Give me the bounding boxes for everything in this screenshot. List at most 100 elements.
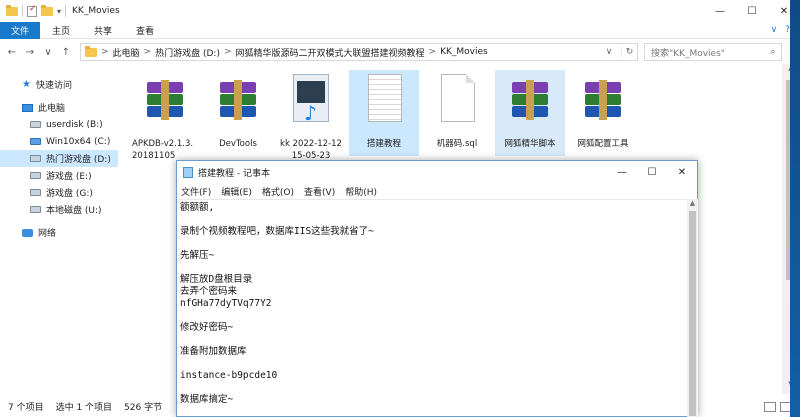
menu-format[interactable]: 格式(O) xyxy=(262,185,294,198)
star-icon: ★ xyxy=(22,79,31,90)
ribbon-tabs: 文件 主页 共享 查看 ∨ ? xyxy=(0,21,800,39)
sidebar-item-label: Win10x64 (C:) xyxy=(46,136,111,147)
breadcrumb-separator: > xyxy=(143,47,152,57)
sidebar-item-this-pc[interactable]: 此电脑 xyxy=(0,99,118,116)
sidebar-item-drive-d[interactable]: 热门游戏盘 (D:) xyxy=(0,150,118,167)
file-name: APKDB-v2.1.3.20181105 xyxy=(132,139,194,161)
details-view-icon[interactable] xyxy=(764,401,776,412)
folder-icon xyxy=(85,45,97,57)
sidebar-item-label: 游戏盘 (E:) xyxy=(46,172,92,182)
notepad-title: 搭建教程 - 记事本 xyxy=(198,168,270,179)
file-name: 搭建教程 xyxy=(366,139,401,149)
quick-access-toolbar: ▾ xyxy=(0,4,67,17)
notepad-scrollbar[interactable]: ▲ xyxy=(687,199,698,417)
menu-file[interactable]: 文件(F) xyxy=(181,185,211,198)
sidebar-item-drive-g[interactable]: 游戏盘 (G:) xyxy=(0,184,118,201)
up-arrow-icon[interactable]: ↑ xyxy=(60,47,72,58)
tab-file[interactable]: 文件 xyxy=(0,21,40,39)
menu-edit[interactable]: 编辑(E) xyxy=(221,185,252,198)
file-item-tutorial-txt[interactable]: 搭建教程 xyxy=(349,70,419,156)
breadcrumb-kk-movies[interactable]: KK_Movies xyxy=(440,47,488,57)
search-box[interactable]: 搜索"KK_Movies" ⌕ xyxy=(644,43,782,61)
sidebar-item-label: 游戏盘 (G:) xyxy=(46,189,93,199)
scroll-up-icon[interactable]: ▲ xyxy=(687,199,698,210)
notepad-window: 搭建教程 - 记事本 — ☐ ✕ 文件(F) 编辑(E) 格式(O) 查看(V)… xyxy=(176,160,698,417)
sidebar-item-win10x64[interactable]: Win10x64 (C:) xyxy=(0,133,118,150)
folder-icon xyxy=(6,4,18,16)
navigation-pane: ★ 快速访问 此电脑 userdisk (B:) Win10x64 (C:) 热… xyxy=(0,70,118,390)
breadcrumb-separator: > xyxy=(428,47,437,57)
toolbar-divider xyxy=(22,5,23,17)
file-item-config-tool[interactable]: 网狐配置工具 xyxy=(568,70,638,156)
file-name: 网狐配置工具 xyxy=(577,139,629,149)
address-dropdown-icon[interactable]: ∨ xyxy=(601,47,617,57)
winrar-archive-icon xyxy=(141,72,189,124)
sidebar-item-drive-u[interactable]: 本地磁盘 (U:) xyxy=(0,201,118,218)
file-item-script[interactable]: 网狐精华脚本 xyxy=(495,70,565,156)
tab-share[interactable]: 共享 xyxy=(82,24,124,37)
address-bar[interactable]: > 此电脑 > 热门游戏盘 (D:) > 网狐精华版源码二开双模式大联盟搭建视频… xyxy=(80,43,638,61)
notepad-text-area[interactable]: 额额额, 录制个视频教程吧，数据库IIS这些我就省了~ 先解压~ 解压放D盘根目… xyxy=(177,199,687,417)
file-item-sql[interactable]: 机器码.sql xyxy=(422,70,492,156)
breadcrumb-drive-d[interactable]: 热门游戏盘 (D:) xyxy=(155,46,220,59)
address-row: ← → ∨ ↑ > 此电脑 > 热门游戏盘 (D:) > 网狐精华版源码二开双模… xyxy=(0,40,800,64)
breadcrumb-tutorial-folder[interactable]: 网狐精华版源码二开双模式大联盟搭建视频教程 xyxy=(236,46,425,59)
toolbar-dropdown-icon[interactable]: ▾ xyxy=(57,7,61,16)
new-folder-icon[interactable] xyxy=(41,4,53,16)
network-icon xyxy=(22,228,33,237)
notepad-maximize-button[interactable]: ☐ xyxy=(637,161,667,183)
explorer-titlebar: ▾ KK_Movies — ☐ ✕ xyxy=(0,0,800,22)
sidebar-item-quick-access[interactable]: ★ 快速访问 xyxy=(0,76,118,93)
notepad-titlebar: 搭建教程 - 记事本 — ☐ ✕ xyxy=(177,161,697,183)
back-arrow-icon[interactable]: ← xyxy=(6,47,18,58)
minimize-button[interactable]: — xyxy=(704,0,736,22)
notepad-icon xyxy=(183,166,193,178)
sidebar-item-label: 网络 xyxy=(38,229,57,239)
item-count: 7 个项目 xyxy=(8,403,44,413)
menu-help[interactable]: 帮助(H) xyxy=(345,185,377,198)
refresh-icon[interactable]: ↻ xyxy=(621,47,637,57)
maximize-button[interactable]: ☐ xyxy=(736,0,768,22)
toolbar-divider xyxy=(65,5,67,17)
tab-home[interactable]: 主页 xyxy=(40,24,82,37)
winrar-archive-icon xyxy=(214,72,262,124)
breadcrumb-separator: > xyxy=(101,47,109,57)
file-item-devtools[interactable]: DevTools xyxy=(203,70,273,156)
computer-icon xyxy=(22,103,33,112)
text-file-icon xyxy=(360,72,408,124)
drive-icon xyxy=(30,189,41,196)
window-controls: — ☐ ✕ xyxy=(704,0,800,22)
sidebar-item-network[interactable]: 网络 xyxy=(0,224,118,241)
drive-icon xyxy=(30,121,41,128)
notepad-window-controls: — ☐ ✕ xyxy=(607,161,697,183)
desktop-background xyxy=(790,0,800,417)
expand-ribbon-icon[interactable]: ∨ xyxy=(771,25,778,35)
forward-arrow-icon[interactable]: → xyxy=(24,47,36,58)
windows-drive-icon xyxy=(30,138,41,145)
breadcrumb-this-pc[interactable]: 此电脑 xyxy=(113,46,140,59)
properties-icon[interactable] xyxy=(27,4,37,17)
winrar-archive-icon xyxy=(579,72,627,124)
drive-icon xyxy=(30,155,41,162)
sidebar-item-userdisk[interactable]: userdisk (B:) xyxy=(0,116,118,133)
blank-file-icon xyxy=(433,72,481,124)
menu-view[interactable]: 查看(V) xyxy=(304,185,335,198)
sidebar-item-label: userdisk (B:) xyxy=(46,119,103,130)
notepad-close-button[interactable]: ✕ xyxy=(667,161,697,183)
sidebar-item-drive-e[interactable]: 游戏盘 (E:) xyxy=(0,167,118,184)
notepad-minimize-button[interactable]: — xyxy=(607,161,637,183)
file-item-apkdb[interactable]: APKDB-v2.1.3.20181105 xyxy=(130,70,200,161)
notepad-menubar: 文件(F) 编辑(E) 格式(O) 查看(V) 帮助(H) xyxy=(177,183,697,199)
file-name: 机器码.sql xyxy=(436,139,478,149)
file-name: 网狐精华脚本 xyxy=(504,139,556,149)
drive-icon xyxy=(30,172,41,179)
tab-view[interactable]: 查看 xyxy=(124,24,166,37)
recent-locations-icon[interactable]: ∨ xyxy=(42,47,54,58)
file-item-video[interactable]: ♪ kk 2022-12-12 15-05-23 xyxy=(276,70,346,161)
search-icon[interactable]: ⌕ xyxy=(765,47,781,57)
file-name: DevTools xyxy=(219,139,257,149)
window-title: KK_Movies xyxy=(72,6,120,16)
sidebar-item-label: 快速访问 xyxy=(35,81,72,91)
sidebar-item-label: 热门游戏盘 (D:) xyxy=(46,155,111,165)
scrollbar-thumb[interactable] xyxy=(689,211,696,416)
